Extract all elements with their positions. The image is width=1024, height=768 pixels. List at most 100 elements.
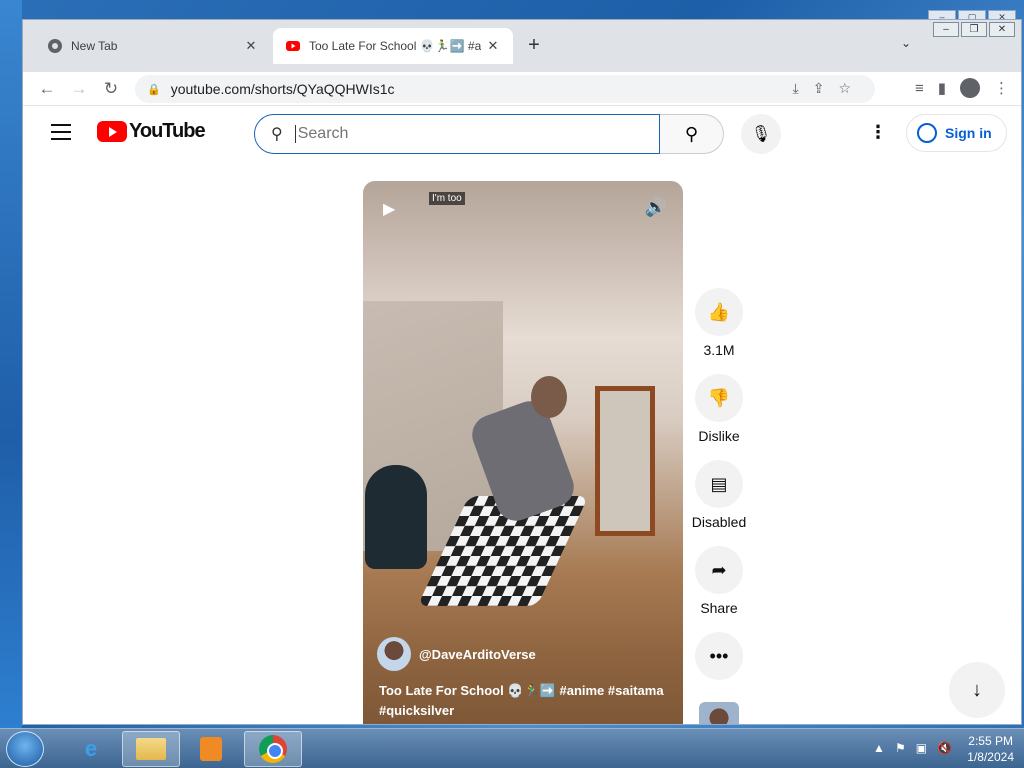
sign-in-button[interactable]: Sign in: [906, 114, 1007, 152]
media-controls-icon[interactable]: ≡: [915, 80, 924, 97]
minimize-button[interactable]: –: [933, 22, 959, 37]
search-icon: ⚲: [271, 126, 283, 143]
search-field: ⚲: [254, 114, 660, 154]
tab-label: New Tab: [71, 39, 118, 53]
hamburger-menu-icon[interactable]: [51, 124, 71, 145]
volume-muted-icon[interactable]: 🔇: [937, 741, 952, 755]
url-text: youtube.com/shorts/QYaQQHWIs1c: [170, 81, 395, 97]
search-bar: ⚲ ⚲: [254, 114, 724, 154]
internet-explorer-icon: e: [84, 736, 98, 761]
dislike-action: 👎 Dislike: [691, 374, 747, 444]
settings-kebab-icon[interactable]: ⋮: [869, 122, 887, 143]
folder-icon: [136, 738, 166, 760]
like-button[interactable]: 👍: [695, 288, 743, 336]
next-short-button[interactable]: ↓: [949, 662, 1005, 718]
thumbs-down-icon: 👎: [707, 387, 731, 408]
tab-new-tab[interactable]: New Tab ✕: [35, 28, 271, 64]
tab-youtube-short[interactable]: Too Late For School 💀🏃‍♂️➡️ #anime ✕: [273, 28, 513, 64]
install-icon[interactable]: ⤓: [793, 80, 799, 97]
dislike-button[interactable]: 👎: [695, 374, 743, 422]
start-button[interactable]: [6, 731, 44, 767]
comments-label: Disabled: [691, 514, 747, 530]
short-title[interactable]: Too Late For School 💀🏃‍♂️➡️ #anime #sait…: [379, 681, 675, 721]
new-tab-button[interactable]: +: [523, 34, 545, 57]
system-tray: ▲ ⚑ ▣ 🔇: [873, 741, 952, 755]
address-bar[interactable]: 🔒 youtube.com/shorts/QYaQQHWIs1c: [135, 75, 875, 103]
channel-avatar[interactable]: [377, 637, 411, 671]
share-label: Share: [700, 600, 738, 616]
restore-button[interactable]: ❐: [961, 22, 987, 37]
forward-arrow-icon[interactable]: →: [63, 75, 95, 103]
search-button[interactable]: ⚲: [660, 114, 724, 154]
omnibox-actions: ⤓ ⇪ ☆: [793, 80, 852, 97]
shorts-video-player[interactable]: ▶ I'm too 🔊 @DaveArditoVerse Too Late Fo…: [363, 181, 683, 724]
show-hidden-icons-icon[interactable]: ▲: [873, 741, 885, 755]
profile-avatar-icon[interactable]: [960, 78, 980, 98]
side-panel-icon[interactable]: ▮: [938, 79, 946, 97]
arrow-down-icon: ↓: [972, 678, 982, 701]
video-overlay-caption: I'm too: [429, 192, 465, 205]
taskbar-internet-explorer[interactable]: e: [62, 731, 120, 767]
share-action: ➦ Share: [691, 546, 747, 616]
network-icon[interactable]: ▣: [916, 741, 927, 755]
browser-window: New Tab ✕ Too Late For School 💀🏃‍♂️➡️ #a…: [22, 19, 1022, 725]
close-tab-icon[interactable]: ✕: [485, 38, 501, 54]
close-tab-icon[interactable]: ✕: [243, 38, 259, 54]
clock-date: 1/8/2024: [967, 750, 1014, 764]
clock-time: 2:55 PM: [968, 734, 1013, 748]
thumbs-up-icon: 👍: [707, 301, 731, 322]
browser-menu-icon[interactable]: ⋮: [994, 79, 1009, 97]
youtube-page: YouTube ⚲ ⚲ 🎙 ⋮ Sign in ▶: [23, 106, 1021, 724]
action-center-flag-icon[interactable]: ⚑: [895, 741, 906, 755]
channel-name[interactable]: @DaveArditoVerse: [419, 647, 536, 662]
comment-icon: ▤: [710, 473, 728, 494]
channel-info[interactable]: @DaveArditoVerse: [377, 637, 536, 671]
comments-button[interactable]: ▤: [695, 460, 743, 508]
sound-thumbnail[interactable]: [699, 702, 739, 724]
youtube-icon: [286, 41, 300, 51]
back-arrow-icon[interactable]: ←: [31, 75, 63, 103]
short-actions: 👍 3.1M 👎 Dislike ▤ Disabled ➦ Share •••: [691, 288, 747, 696]
more-dots-icon: •••: [709, 645, 729, 666]
more-options-button[interactable]: •••: [695, 632, 743, 680]
more-action: •••: [691, 632, 747, 680]
lock-icon[interactable]: 🔒: [147, 83, 161, 96]
youtube-wordmark: YouTube: [129, 120, 206, 142]
taskbar-clock[interactable]: 2:55 PM 1/8/2024: [967, 733, 1014, 765]
video-frame-person: [417, 376, 603, 606]
youtube-logo[interactable]: YouTube: [97, 120, 206, 143]
chrome-icon: [259, 735, 287, 763]
taskbar-chrome[interactable]: [244, 731, 302, 767]
taskbar-media-player[interactable]: [182, 731, 240, 767]
like-action: 👍 3.1M: [691, 288, 747, 358]
chrome-icon: [48, 39, 62, 53]
like-count: 3.1M: [703, 342, 735, 358]
media-player-icon: [200, 737, 222, 761]
youtube-header: YouTube ⚲ ⚲ 🎙 ⋮ Sign in: [23, 106, 1021, 162]
tab-search-chevron-icon[interactable]: ⌄: [901, 36, 911, 50]
window-controls: – ❐ ✕: [933, 22, 1015, 37]
youtube-play-icon: [97, 121, 127, 142]
share-arrow-icon: ➦: [711, 559, 727, 580]
close-window-button[interactable]: ✕: [989, 22, 1015, 37]
comments-action: ▤ Disabled: [691, 460, 747, 530]
volume-icon[interactable]: 🔊: [645, 197, 667, 218]
desktop-background: [0, 0, 22, 728]
search-input[interactable]: [294, 125, 615, 143]
taskbar-file-explorer[interactable]: [122, 731, 180, 767]
sign-in-label: Sign in: [945, 125, 992, 141]
tab-strip: New Tab ✕ Too Late For School 💀🏃‍♂️➡️ #a…: [23, 20, 1021, 72]
account-icon: [917, 123, 937, 143]
windows-taskbar: e ▲ ⚑ ▣ 🔇 2:55 PM 1/8/2024: [0, 728, 1024, 768]
voice-search-mic-icon[interactable]: 🎙: [741, 114, 781, 154]
reload-icon[interactable]: ↻: [95, 75, 127, 103]
toolbar-right: ≡ ▮ ⋮: [915, 78, 1009, 98]
play-icon[interactable]: ▶: [383, 199, 395, 219]
share-button[interactable]: ➦: [695, 546, 743, 594]
browser-toolbar: ← → ↻ 🔒 youtube.com/shorts/QYaQQHWIs1c ⤓…: [23, 72, 1021, 106]
share-page-icon[interactable]: ⇪: [813, 80, 825, 97]
video-frame-chair: [365, 465, 427, 569]
bookmark-star-icon[interactable]: ☆: [838, 80, 851, 97]
dislike-label: Dislike: [698, 428, 740, 444]
video-frame-door: [595, 386, 655, 536]
